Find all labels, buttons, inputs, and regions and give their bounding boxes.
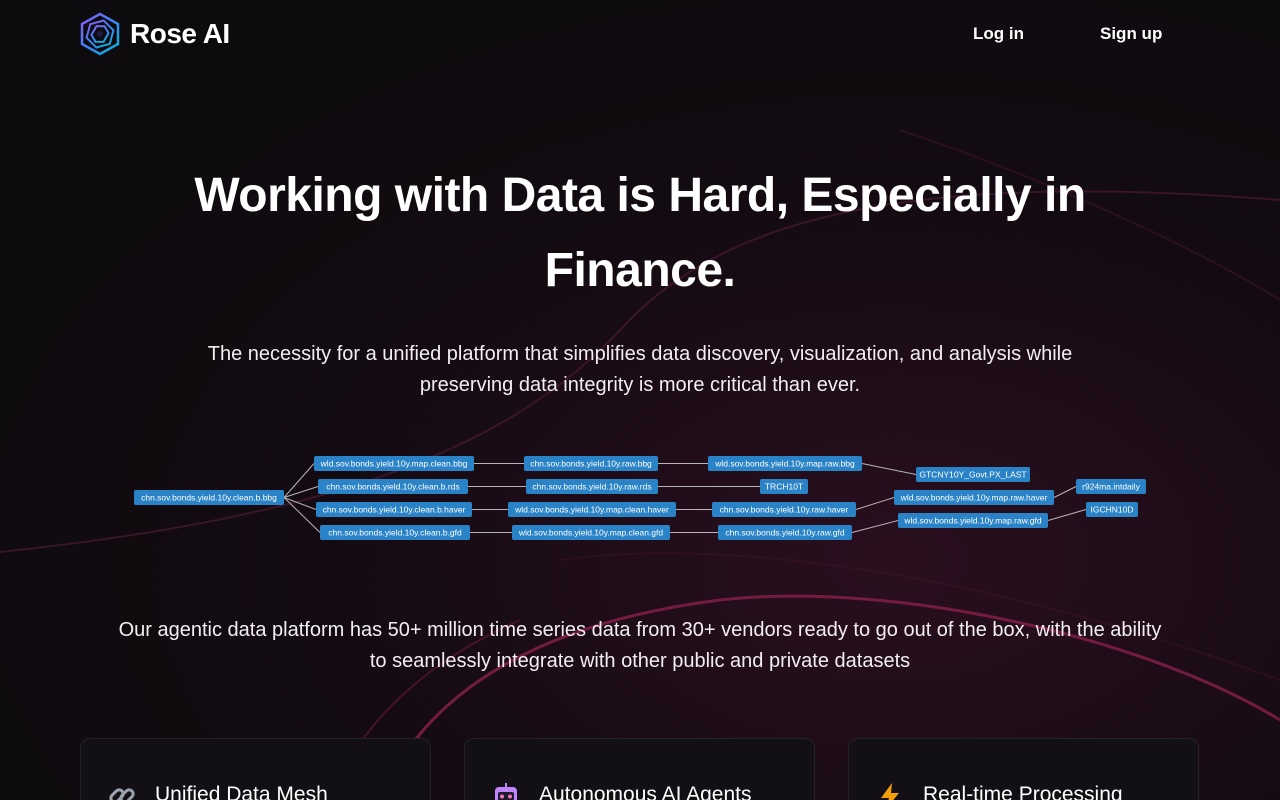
graph-node-label: chn.sov.bonds.yield.10y.raw.haver [720,505,849,515]
graph-node[interactable]: chn.sov.bonds.yield.10y.clean.b.rds [318,479,468,494]
feature-card-real-time-processing[interactable]: Real-time Processing [848,738,1199,800]
graph-node[interactable]: IGCHN10D [1086,502,1138,517]
graph-node[interactable]: chn.sov.bonds.yield.10y.clean.b.haver [316,502,472,517]
hero-subtitle: The necessity for a unified platform tha… [207,343,1073,396]
graph-node[interactable]: chn.sov.bonds.yield.10y.raw.haver [712,502,856,517]
link-chain-icon [109,788,135,800]
brand-logo[interactable]: Rose AI [80,12,230,56]
feature-title: Unified Data Mesh [155,783,328,800]
graph-node-label: chn.sov.bonds.yield.10y.clean.b.bbg [141,493,277,503]
graph-node-label: chn.sov.bonds.yield.10y.clean.b.haver [323,505,466,515]
graph-edge [861,463,917,475]
graph-node[interactable]: wld.sov.bonds.yield.10y.map.raw.gfd [898,513,1048,528]
brand-name: Rose AI [130,18,230,49]
graph-edge [855,497,895,510]
feature-title: Real-time Processing [923,783,1123,800]
robot-icon [495,783,517,800]
feature-card-autonomous-ai-agents[interactable]: Autonomous AI Agents [464,738,815,800]
hero-title: Working with Data is Hard, Especially in… [194,169,1086,297]
graph-node-label: IGCHN10D [1091,505,1134,515]
hexagon-spiral-logo-icon [80,12,120,56]
graph-node-label: wld.sov.bonds.yield.10y.map.clean.gfd [518,528,664,538]
graph-edge [1047,509,1087,521]
graph-node-label: wld.sov.bonds.yield.10y.map.clean.haver [514,505,669,515]
lightning-icon [881,783,899,800]
page: Rose AI Log in Sign up Working with Data… [0,0,1280,800]
graph-node-label: r924ma.intdaily [1082,482,1140,492]
graph-edge [1053,486,1077,498]
feature-title: Autonomous AI Agents [539,783,752,800]
graph-node-label: wld.sov.bonds.yield.10y.map.raw.bbg [714,459,855,469]
graph-node-label: chn.sov.bonds.yield.10y.clean.b.rds [326,482,459,492]
graph-node-label: wld.sov.bonds.yield.10y.map.raw.haver [900,493,1048,503]
login-link[interactable]: Log in [973,24,1024,44]
graph-node-label: wld.sov.bonds.yield.10y.map.raw.gfd [903,516,1041,526]
graph-node[interactable]: wld.sov.bonds.yield.10y.map.clean.gfd [512,525,670,540]
signup-link[interactable]: Sign up [1100,24,1162,44]
graph-node-label: chn.sov.bonds.yield.10y.raw.bbg [530,459,652,469]
graph-node[interactable]: GTCNY10Y_Govt.PX_LAST [916,467,1030,482]
graph-node[interactable]: wld.sov.bonds.yield.10y.map.clean.haver [508,502,676,517]
graph-node[interactable]: chn.sov.bonds.yield.10y.clean.b.bbg [134,490,284,505]
graph-node[interactable]: chn.sov.bonds.yield.10y.raw.bbg [524,456,658,471]
graph-node[interactable]: r924ma.intdaily [1076,479,1146,494]
platform-description: Our agentic data platform has 50+ millio… [118,619,1162,672]
feature-card-unified-data-mesh[interactable]: Unified Data Mesh [80,738,431,800]
graph-node[interactable]: chn.sov.bonds.yield.10y.raw.rds [526,479,658,494]
graph-node[interactable]: wld.sov.bonds.yield.10y.map.clean.bbg [314,456,474,471]
graph-node-label: wld.sov.bonds.yield.10y.map.clean.bbg [320,459,468,469]
graph-node-label: chn.sov.bonds.yield.10y.clean.b.gfd [328,528,462,538]
graph-node[interactable]: chn.sov.bonds.yield.10y.raw.gfd [718,525,852,540]
graph-edge [283,497,321,533]
graph-node[interactable]: chn.sov.bonds.yield.10y.clean.b.gfd [320,525,470,540]
graph-node-label: chn.sov.bonds.yield.10y.raw.rds [532,482,651,492]
graph-node[interactable]: wld.sov.bonds.yield.10y.map.raw.bbg [708,456,862,471]
data-lineage-graph: chn.sov.bonds.yield.10y.clean.b.bbg wld.s… [134,456,1146,540]
graph-edge [851,520,899,533]
graph-node-label: chn.sov.bonds.yield.10y.raw.gfd [725,528,845,538]
graph-node[interactable]: wld.sov.bonds.yield.10y.map.raw.haver [894,490,1054,505]
graph-node[interactable]: TRCH10T [760,479,808,494]
graph-node-label: TRCH10T [765,482,803,492]
top-nav: Rose AI Log in Sign up [0,0,1280,66]
graph-node-label: GTCNY10Y_Govt.PX_LAST [919,470,1026,480]
graph-edge [283,497,317,510]
